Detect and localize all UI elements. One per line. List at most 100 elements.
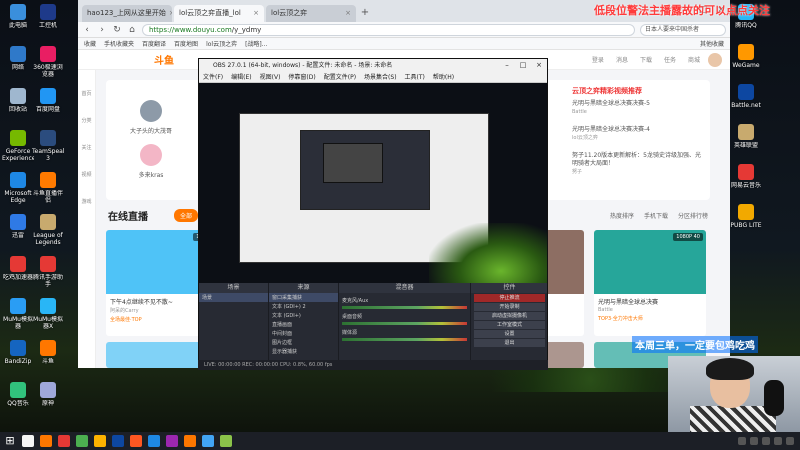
nav-item-category[interactable]: 分类	[78, 117, 95, 124]
obs-preview[interactable]	[199, 83, 547, 283]
mobile-download-link[interactable]: 手机下载	[644, 211, 668, 220]
mixer-row[interactable]: 媒体源	[342, 329, 467, 341]
bookmark[interactable]: 百度地图	[174, 39, 198, 48]
source-item[interactable]: 文本 (GDI+) 2	[269, 302, 338, 311]
obs-menu-item[interactable]: 配置文件(P)	[324, 72, 356, 82]
desktop-icon[interactable]: 360极速浏览器	[32, 46, 64, 78]
desktop-icon[interactable]: 斗鱼	[32, 340, 64, 372]
desktop-icon[interactable]: 百度网盘	[32, 88, 64, 120]
source-item[interactable]: 显示器捕获	[269, 347, 338, 356]
other-bookmarks[interactable]: 其他收藏	[700, 39, 724, 48]
obs-control-button[interactable]: 启动虚拟摄像机	[474, 312, 545, 320]
obs-control-button[interactable]: 开始录制	[474, 303, 545, 311]
mixer-row[interactable]: 桌面音频	[342, 313, 467, 325]
start-button[interactable]: ⊞	[4, 435, 16, 447]
desktop-icon[interactable]: PUBG LITE	[730, 204, 762, 236]
taskbar-app-icon[interactable]	[166, 435, 178, 447]
desktop-icon[interactable]: 工控机	[32, 4, 64, 36]
close-icon[interactable]: ×	[253, 5, 259, 22]
desktop-icon[interactable]: MuMu模拟器	[2, 298, 34, 330]
bookmark[interactable]: 百度翻译	[142, 39, 166, 48]
mixer-row[interactable]: 麦克风/Aux	[342, 297, 467, 309]
user-avatar[interactable]	[708, 52, 722, 67]
desktop-icon[interactable]: League of Legends	[32, 214, 64, 246]
bookmark[interactable]: 手机收藏夹	[104, 39, 134, 48]
browser-tab[interactable]: lol云顶之弈 ×	[266, 5, 356, 22]
header-icon-shop[interactable]: 商城	[688, 55, 700, 64]
live-tile[interactable]: 1080P 40 光明与黑暗全球总决赛 Battle TOP3·全力冲击大师	[594, 230, 706, 336]
desktop-icon[interactable]: TeamSpeak 3	[32, 130, 64, 162]
desktop-icon[interactable]: MuMu模拟器X	[32, 298, 64, 330]
refresh-icon[interactable]: ↻	[112, 25, 122, 35]
obs-menu-item[interactable]: 停靠窗(D)	[288, 72, 315, 82]
new-tab-button[interactable]: +	[358, 6, 372, 20]
tray-icon[interactable]	[786, 437, 794, 445]
obs-control-button[interactable]: 退出	[474, 339, 545, 347]
taskbar-app-icon[interactable]	[22, 435, 34, 447]
browser-tab[interactable]: hao123_上网从这里开始 ×	[82, 5, 172, 22]
taskbar-app-icon[interactable]	[58, 435, 70, 447]
taskbar-app-icon[interactable]	[130, 435, 142, 447]
taskbar-app-icon[interactable]	[94, 435, 106, 447]
desktop-icon[interactable]: Battle.net	[730, 84, 762, 116]
taskbar-app-icon[interactable]	[112, 435, 124, 447]
desktop-icon[interactable]: 英雄联盟	[730, 124, 762, 156]
rank-item[interactable]: 光明与黑暗全球总决赛决赛-5 Battle	[572, 100, 704, 116]
anchor-item[interactable]: 大子头的大茂哥	[116, 100, 186, 135]
desktop-icon[interactable]: 腾讯手游助手	[32, 256, 64, 288]
obs-control-button[interactable]: 设置	[474, 330, 545, 338]
obs-control-button[interactable]: 停止推流	[474, 294, 545, 302]
tray-icon[interactable]	[762, 437, 770, 445]
nav-item-home[interactable]: 首页	[78, 90, 95, 97]
obs-menu-item[interactable]: 场景集合(S)	[364, 72, 397, 82]
desktop-icon[interactable]: Microsoft Edge	[2, 172, 34, 204]
desktop-icon[interactable]: BandiZip	[2, 340, 34, 372]
forward-icon[interactable]: ›	[97, 25, 107, 35]
nav-item-game[interactable]: 游戏	[78, 198, 95, 205]
desktop-icon[interactable]: 斗鱼直播伴侣	[32, 172, 64, 204]
obs-menu-item[interactable]: 视图(V)	[260, 72, 281, 82]
desktop-icon[interactable]: 迅雷	[2, 214, 34, 246]
obs-menu-item[interactable]: 帮助(H)	[433, 72, 454, 82]
anchor-item[interactable]: 多来kras	[116, 144, 186, 179]
tray-icon[interactable]	[750, 437, 758, 445]
url-input[interactable]: https://www.douyu.com/y_ydmy	[142, 23, 635, 36]
header-icon-login[interactable]: 登录	[592, 55, 604, 64]
search-input[interactable]: 日本人要来中国杀者	[640, 23, 726, 36]
close-button[interactable]: ×	[531, 59, 547, 72]
obs-menu-item[interactable]: 文件(F)	[203, 72, 223, 82]
taskbar-app-icon[interactable]	[184, 435, 196, 447]
obs-menu-item[interactable]: 工具(T)	[405, 72, 425, 82]
source-item[interactable]: 直播画面	[269, 320, 338, 329]
obs-control-button[interactable]: 工作室模式	[474, 321, 545, 329]
bookmark[interactable]: [战略]...	[245, 39, 267, 48]
source-item[interactable]: 中间封面	[269, 329, 338, 338]
maximize-button[interactable]: □	[515, 59, 531, 72]
back-icon[interactable]: ‹	[82, 25, 92, 35]
minimize-button[interactable]: –	[499, 59, 515, 72]
site-logo[interactable]: 斗鱼	[154, 52, 174, 67]
desktop-icon[interactable]: 吃鸡加速器	[2, 256, 34, 288]
rank-item[interactable]: 努子11.20版本更新解析：5龙骑史诗级加强、光明骑者大局面！ 努子	[572, 152, 704, 176]
rank-item[interactable]: 光明与黑暗全球总决赛决赛-4 lol云顶之弈	[572, 126, 704, 142]
taskbar-app-icon[interactable]	[148, 435, 160, 447]
nav-item-follow[interactable]: 关注	[78, 144, 95, 151]
desktop-icon[interactable]: 网易云音乐	[730, 164, 762, 196]
desktop-icon[interactable]: GeForce Experience	[2, 130, 34, 162]
desktop-icon[interactable]: WeGame	[730, 44, 762, 76]
obs-menu-item[interactable]: 编辑(E)	[231, 72, 251, 82]
nav-item-video[interactable]: 视频	[78, 171, 95, 178]
tray-icon[interactable]	[774, 437, 782, 445]
source-item[interactable]: 窗口采集捕获	[269, 293, 338, 302]
desktop-icon[interactable]: 此电脑	[2, 4, 34, 36]
taskbar-app-icon[interactable]	[202, 435, 214, 447]
close-icon[interactable]: ×	[169, 5, 172, 22]
taskbar-app-icon[interactable]	[76, 435, 88, 447]
bookmark[interactable]: 收藏	[84, 39, 96, 48]
taskbar-app-icon[interactable]	[40, 435, 52, 447]
source-item[interactable]: 图片边框	[269, 338, 338, 347]
taskbar-app-icon[interactable]	[220, 435, 232, 447]
bookmark[interactable]: lol云顶之弈	[206, 39, 237, 48]
header-icon-message[interactable]: 消息	[616, 55, 628, 64]
close-icon[interactable]: ×	[345, 5, 351, 22]
